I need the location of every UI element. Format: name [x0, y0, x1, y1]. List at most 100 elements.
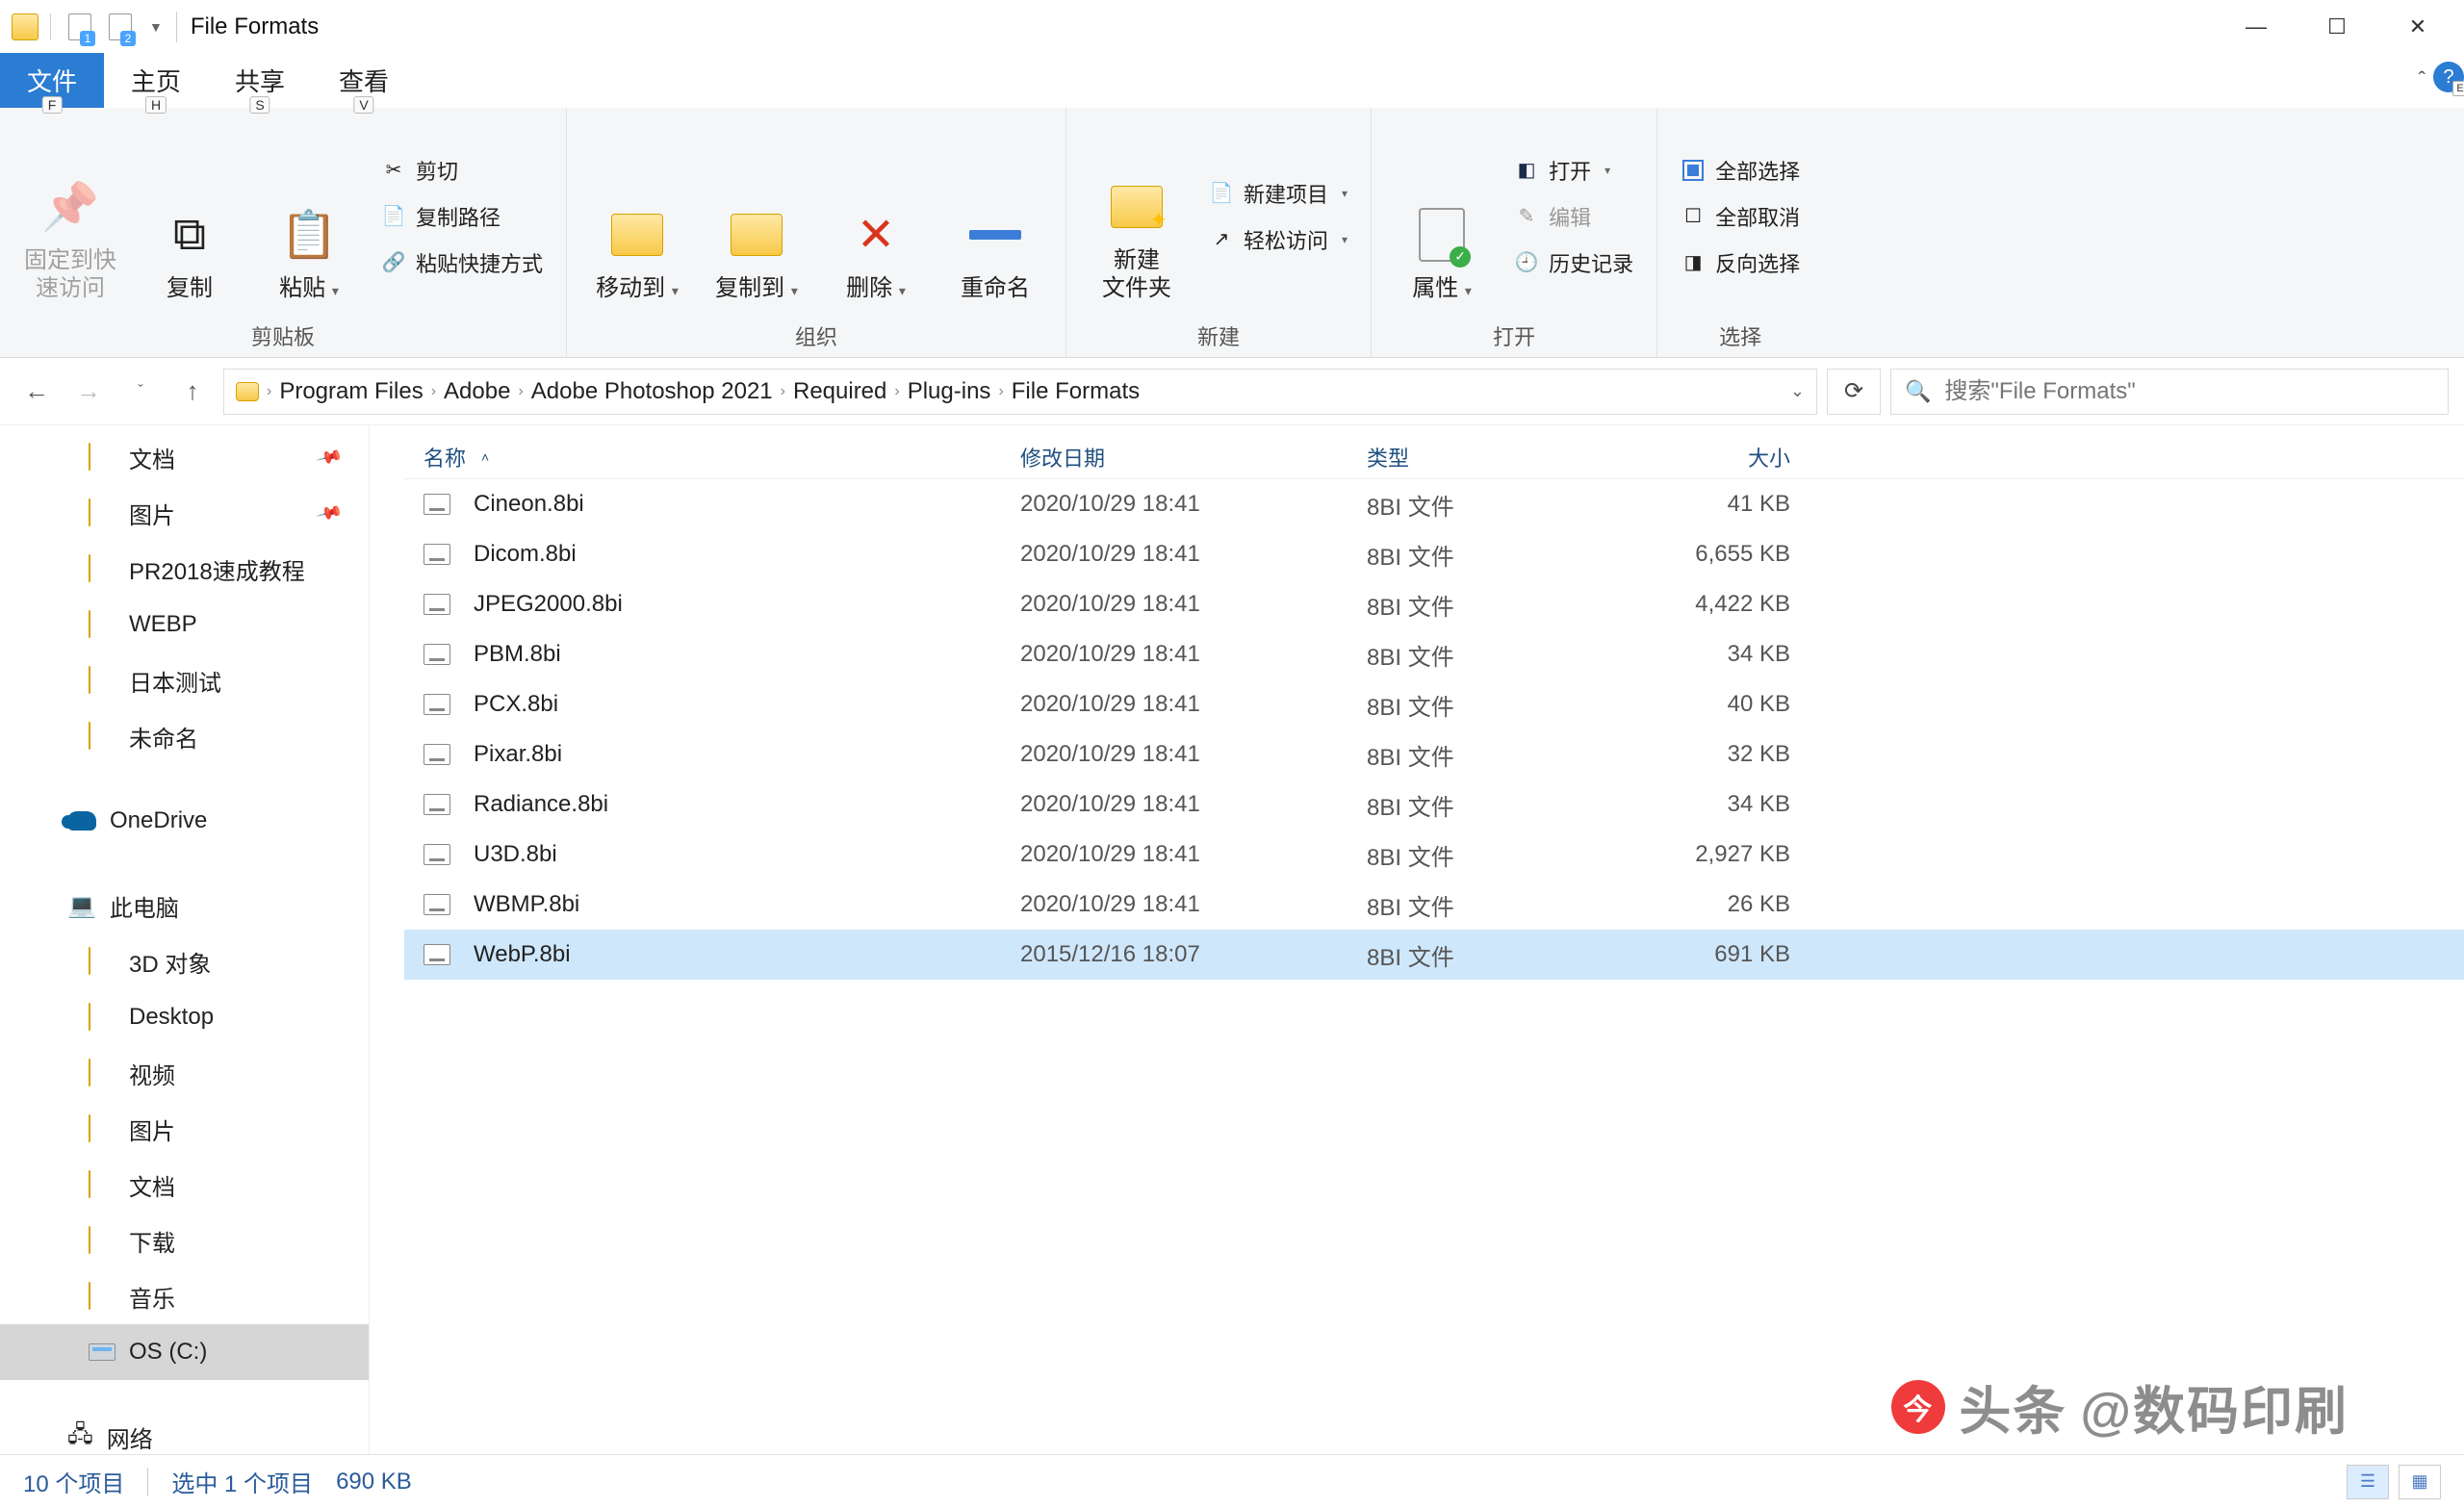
file-row[interactable]: Cineon.8bi2020/10/29 18:418BI 文件41 KB — [404, 479, 2464, 529]
select-none-button[interactable]: ☐全部取消 — [1675, 197, 1806, 236]
edit-button[interactable]: ✎编辑 — [1508, 197, 1639, 236]
sidebar-pc-item[interactable]: 图片 — [0, 1101, 369, 1157]
paste-shortcut-button[interactable]: 🔗粘贴快捷方式 — [375, 243, 549, 282]
sidebar-quick-item[interactable]: 未命名 — [0, 708, 369, 764]
sidebar-quick-item[interactable]: 图片📌 — [0, 485, 369, 541]
new-item-button[interactable]: 📄新建项目▾ — [1203, 174, 1353, 213]
sidebar-pc-item[interactable]: 音乐 — [0, 1268, 369, 1324]
sidebar-pc-item[interactable]: 视频 — [0, 1045, 369, 1101]
forward-button[interactable]: → — [67, 371, 110, 413]
file-row[interactable]: WBMP.8bi2020/10/29 18:418BI 文件26 KB — [404, 880, 2464, 930]
back-button[interactable]: ← — [15, 371, 58, 413]
navigation-pane[interactable]: 文档📌图片📌PR2018速成教程WEBP日本测试未命名 OneDrive 💻此电… — [0, 425, 370, 1454]
sidebar-drive-c[interactable]: OS (C:) — [0, 1324, 369, 1380]
sidebar-network[interactable]: 🖧网络 — [0, 1409, 369, 1454]
file-row[interactable]: Dicom.8bi2020/10/29 18:418BI 文件6,655 KB — [404, 529, 2464, 579]
sidebar-quick-item[interactable]: 文档📌 — [0, 429, 369, 485]
chevron-right-icon[interactable]: › — [998, 383, 1003, 400]
tab-file[interactable]: 文件F — [0, 53, 104, 108]
paste-button[interactable]: 📋 粘贴 ▾ — [256, 130, 362, 303]
file-row[interactable]: JPEG2000.8bi2020/10/29 18:418BI 文件4,422 … — [404, 579, 2464, 629]
rename-button[interactable]: 重命名 — [942, 130, 1048, 303]
file-row[interactable]: Pixar.8bi2020/10/29 18:418BI 文件32 KB — [404, 729, 2464, 780]
column-type[interactable]: 类型 — [1367, 442, 1656, 473]
invert-selection-button[interactable]: ◨反向选择 — [1675, 243, 1806, 282]
breadcrumb-item[interactable]: Adobe Photoshop 2021 — [531, 378, 773, 405]
open-button[interactable]: ◧打开▾ — [1508, 151, 1639, 190]
properties-button[interactable]: ✓ 属性 ▾ — [1389, 130, 1495, 303]
new-folder-button[interactable]: ✦ 新建 文件夹 — [1084, 130, 1190, 303]
file-type: 8BI 文件 — [1367, 638, 1656, 672]
file-date: 2020/10/29 18:41 — [1020, 691, 1367, 718]
chevron-right-icon[interactable]: › — [518, 383, 523, 400]
breadcrumb-item[interactable]: Adobe — [444, 378, 510, 405]
tab-share[interactable]: 共享S — [208, 53, 312, 108]
file-row[interactable]: U3D.8bi2020/10/29 18:418BI 文件2,927 KB — [404, 830, 2464, 880]
tab-view[interactable]: 查看V — [312, 53, 416, 108]
maximize-button[interactable]: ☐ — [2297, 0, 2377, 54]
file-row[interactable]: PCX.8bi2020/10/29 18:418BI 文件40 KB — [404, 679, 2464, 729]
copy-path-button[interactable]: 📄复制路径 — [375, 197, 549, 236]
file-row[interactable]: Radiance.8bi2020/10/29 18:418BI 文件34 KB — [404, 780, 2464, 830]
file-list[interactable]: 名称˄ 修改日期 类型 大小 Cineon.8bi2020/10/29 18:4… — [370, 425, 2464, 1454]
recent-locations-button[interactable]: ˇ — [119, 371, 162, 413]
qat-button-1[interactable]: 1 — [63, 10, 97, 44]
folder-icon — [89, 1283, 116, 1310]
pin-to-quick-access-button[interactable]: 📌 固定到快 速访问 — [17, 130, 123, 303]
chevron-right-icon[interactable]: › — [894, 383, 899, 400]
sidebar-quick-item[interactable]: 日本测试 — [0, 652, 369, 708]
breadcrumb-item[interactable]: Required — [793, 378, 886, 405]
history-button[interactable]: 🕘历史记录 — [1508, 243, 1639, 282]
file-row[interactable]: PBM.8bi2020/10/29 18:418BI 文件34 KB — [404, 629, 2464, 679]
sidebar-this-pc[interactable]: 💻此电脑 — [0, 878, 369, 933]
address-dropdown-icon[interactable]: ⌄ — [1790, 381, 1805, 401]
select-all-button[interactable]: 全部选择 — [1675, 151, 1806, 190]
qat-dropdown-icon[interactable]: ▼ — [149, 19, 163, 35]
move-to-button[interactable]: 移动到 ▾ — [584, 130, 690, 303]
chevron-right-icon[interactable]: › — [267, 383, 271, 400]
sidebar-quick-item[interactable]: WEBP — [0, 597, 369, 652]
chevron-right-icon[interactable]: › — [781, 383, 785, 400]
column-size[interactable]: 大小 — [1656, 442, 1810, 473]
collapse-ribbon-icon[interactable]: ˆ — [2419, 67, 2426, 92]
copy-to-button[interactable]: 复制到 ▾ — [704, 130, 809, 303]
breadcrumb-item[interactable]: File Formats — [1012, 378, 1140, 405]
close-button[interactable]: ✕ — [2377, 0, 2458, 54]
chevron-right-icon[interactable]: › — [431, 383, 436, 400]
easy-access-button[interactable]: ↗轻松访问▾ — [1203, 220, 1353, 259]
file-row[interactable]: WebP.8bi2015/12/16 18:078BI 文件691 KB — [404, 930, 2464, 980]
sidebar-pc-item[interactable]: 下载 — [0, 1213, 369, 1268]
tab-home[interactable]: 主页H — [104, 53, 208, 108]
delete-button[interactable]: ✕ 删除 ▾ — [823, 130, 929, 303]
watermark-logo-icon: 今 — [1891, 1380, 1945, 1434]
qat-button-2[interactable]: 2 — [103, 10, 138, 44]
sidebar-quick-item[interactable]: PR2018速成教程 — [0, 541, 369, 597]
app-folder-icon — [12, 13, 38, 40]
sidebar-pc-item[interactable]: Desktop — [0, 989, 369, 1045]
breadcrumb-item[interactable]: Plug-ins — [908, 378, 991, 405]
cut-button[interactable]: ✂剪切 — [375, 151, 549, 190]
thumbnails-view-button[interactable]: ▦ — [2399, 1465, 2441, 1499]
minimize-button[interactable]: — — [2216, 0, 2297, 54]
details-view-button[interactable]: ☰ — [2347, 1465, 2389, 1499]
breadcrumb-item[interactable]: Program Files — [279, 378, 423, 405]
column-name[interactable]: 名称˄ — [404, 442, 1020, 473]
search-box[interactable]: 🔍 — [1890, 369, 2449, 415]
group-label: 打开 — [1493, 315, 1535, 351]
copy-button[interactable]: ⧉ 复制 — [137, 130, 243, 303]
sidebar-pc-item[interactable]: 3D 对象 — [0, 933, 369, 989]
search-input[interactable] — [1944, 378, 2434, 405]
sidebar-onedrive[interactable]: OneDrive — [0, 793, 369, 849]
pin-icon: 📌 — [39, 176, 101, 238]
breadcrumb[interactable]: › Program Files › Adobe › Adobe Photoshop … — [223, 369, 1817, 415]
sidebar-pc-item[interactable]: 文档 — [0, 1157, 369, 1213]
folder-icon — [89, 1171, 116, 1198]
refresh-button[interactable]: ⟳ — [1827, 369, 1881, 415]
help-button[interactable]: ?E — [2433, 62, 2464, 92]
history-icon: 🕘 — [1514, 250, 1539, 275]
folder-icon — [89, 1004, 116, 1031]
column-date[interactable]: 修改日期 — [1020, 442, 1367, 473]
group-label: 组织 — [795, 315, 837, 351]
up-button[interactable]: ↑ — [171, 371, 214, 413]
folder-icon — [236, 382, 259, 401]
